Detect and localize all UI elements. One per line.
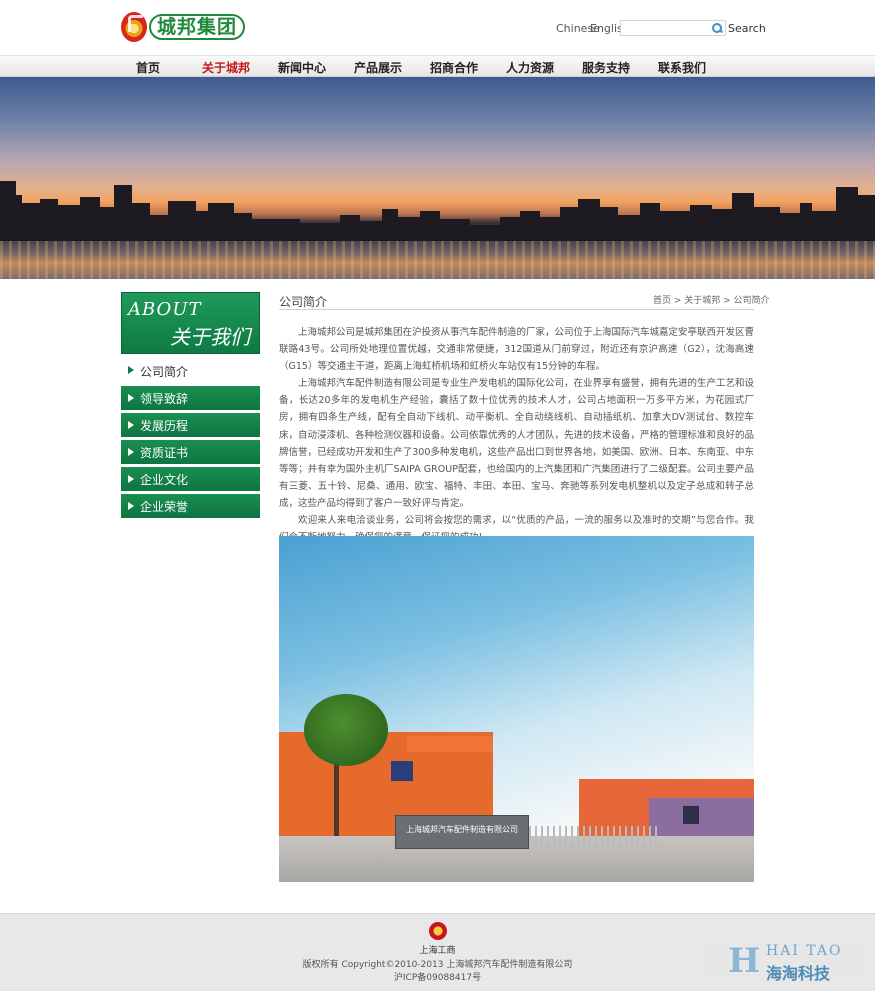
logo-text: 城邦集团 — [149, 14, 246, 40]
title-divider — [279, 309, 754, 310]
factory-window — [391, 761, 413, 781]
triangle-right-icon — [128, 448, 134, 456]
article-paragraph: 上海城邦汽车配件制造有限公司是专业生产发电机的国际化公司，在业界享有盛誉，拥有先… — [279, 378, 755, 509]
breadcrumb[interactable]: 首页 > 关于城邦 > 公司简介 — [653, 293, 770, 306]
sidebar-item-label: 领导致辞 — [140, 392, 189, 406]
factory-sign-text: 上海城邦汽车配件制造有限公司 — [406, 825, 518, 834]
triangle-right-icon — [128, 475, 134, 483]
triangle-right-icon — [128, 421, 134, 429]
nav-item-hr[interactable]: 人力资源 — [506, 59, 554, 76]
sidebar-item-label: 公司简介 — [140, 365, 189, 379]
watermark-en: HAI TAO — [766, 943, 843, 959]
logo[interactable]: 城邦集团 — [121, 10, 267, 44]
factory-window — [683, 806, 699, 824]
sidebar-item-honors[interactable]: 企业荣誉 — [121, 494, 260, 518]
about-en-label: ABOUT — [128, 299, 202, 320]
company-intro-article: 上海城邦公司是城邦集团在沪投资从事汽车配件制造的厂家，公司位于上海国际汽车城嘉定… — [279, 324, 754, 546]
watermark-logo: H HAI TAO 海淘科技 — [704, 938, 866, 983]
article-paragraph: 上海城邦公司是城邦集团在沪投资从事汽车配件制造的厂家，公司位于上海国际汽车城嘉定… — [279, 327, 755, 373]
tree-icon — [304, 694, 388, 766]
nav-item-news[interactable]: 新闻中心 — [278, 59, 326, 76]
header: 城邦集团 Chinese English Search — [0, 0, 875, 55]
factory-office-building — [649, 798, 754, 840]
sidebar-item-culture[interactable]: 企业文化 — [121, 467, 260, 491]
triangle-right-icon — [128, 394, 134, 402]
sidebar-item-label: 企业文化 — [140, 473, 189, 487]
sidebar-item-label: 资质证书 — [140, 446, 189, 460]
search-icon[interactable] — [712, 23, 722, 33]
sidebar-item-label: 企业荣誉 — [140, 500, 189, 514]
nav-item-contact[interactable]: 联系我们 — [658, 59, 706, 76]
factory-photo: 上海城邦汽车配件制造有限公司 — [279, 536, 754, 882]
factory-building-roof — [407, 736, 493, 752]
page-title: 公司简介 — [279, 295, 328, 309]
skyline-silhouette — [0, 181, 875, 241]
sidebar-item-company-profile[interactable]: 公司简介 — [121, 362, 260, 382]
main-nav: 首页 关于城邦 新闻中心 产品展示 招商合作 人力资源 服务支持 联系我们 — [0, 55, 875, 80]
search-input[interactable] — [620, 20, 726, 36]
nav-item-about[interactable]: 关于城邦 — [202, 59, 251, 80]
sidebar-item-leadership[interactable]: 领导致辞 — [121, 386, 260, 410]
watermark-cn: 海淘科技 — [766, 964, 831, 983]
logo-emblem-icon — [121, 12, 147, 42]
about-cn-label: 关于我们 — [170, 325, 250, 349]
about-us-header: ABOUT 关于我们 — [121, 292, 260, 354]
sidebar-item-history[interactable]: 发展历程 — [121, 413, 260, 437]
nav-item-partners[interactable]: 招商合作 — [430, 59, 478, 76]
business-license-badge-icon[interactable] — [429, 922, 447, 940]
search-button[interactable]: Search — [728, 22, 766, 35]
nav-item-support[interactable]: 服务支持 — [582, 59, 630, 76]
nav-item-home[interactable]: 首页 — [136, 59, 160, 76]
sidebar-item-label: 发展历程 — [140, 419, 189, 433]
sidebar-item-certificates[interactable]: 资质证书 — [121, 440, 260, 464]
city-skyline-banner — [0, 77, 875, 279]
triangle-right-icon — [128, 502, 134, 510]
nav-item-products[interactable]: 产品展示 — [354, 59, 402, 76]
water-reflection — [0, 241, 875, 279]
factory-fence — [529, 826, 659, 848]
triangle-right-icon — [128, 366, 134, 374]
watermark-letter: H — [728, 941, 761, 981]
